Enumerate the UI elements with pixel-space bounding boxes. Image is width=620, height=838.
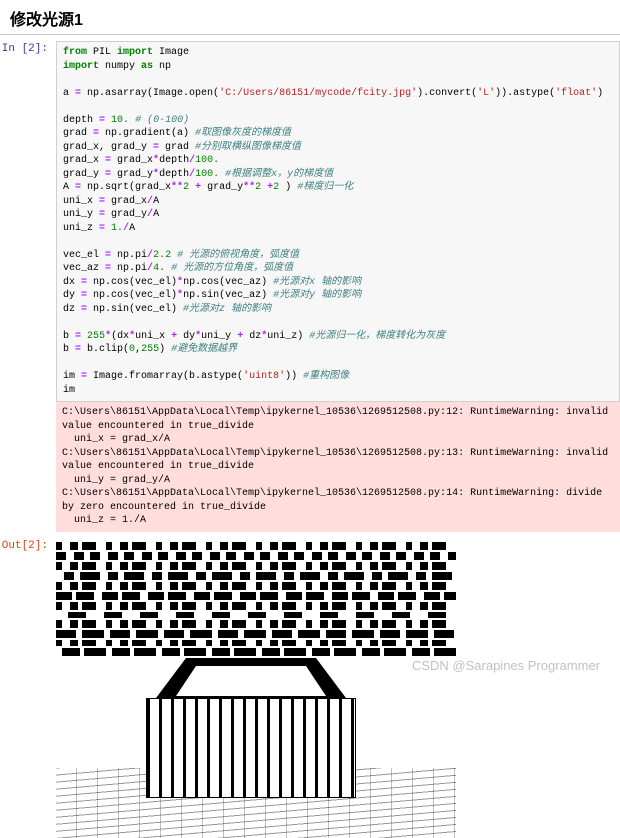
watermark: CSDN @Sarapines Programmer (412, 658, 600, 673)
section-title: 修改光源1 (10, 6, 618, 30)
input-prompt: In [2]: (0, 41, 56, 532)
output-cell: Out[2]: (0, 532, 620, 838)
stderr-output: C:\Users\86151\AppData\Local\Temp\ipyker… (56, 402, 620, 532)
output-image (56, 538, 456, 838)
input-cell: In [2]: from PIL import Image import num… (0, 35, 620, 532)
notebook-header: 修改光源1 (0, 0, 620, 35)
output-prompt: Out[2]: (0, 538, 56, 838)
code-editor[interactable]: from PIL import Image import numpy as np… (56, 41, 620, 402)
